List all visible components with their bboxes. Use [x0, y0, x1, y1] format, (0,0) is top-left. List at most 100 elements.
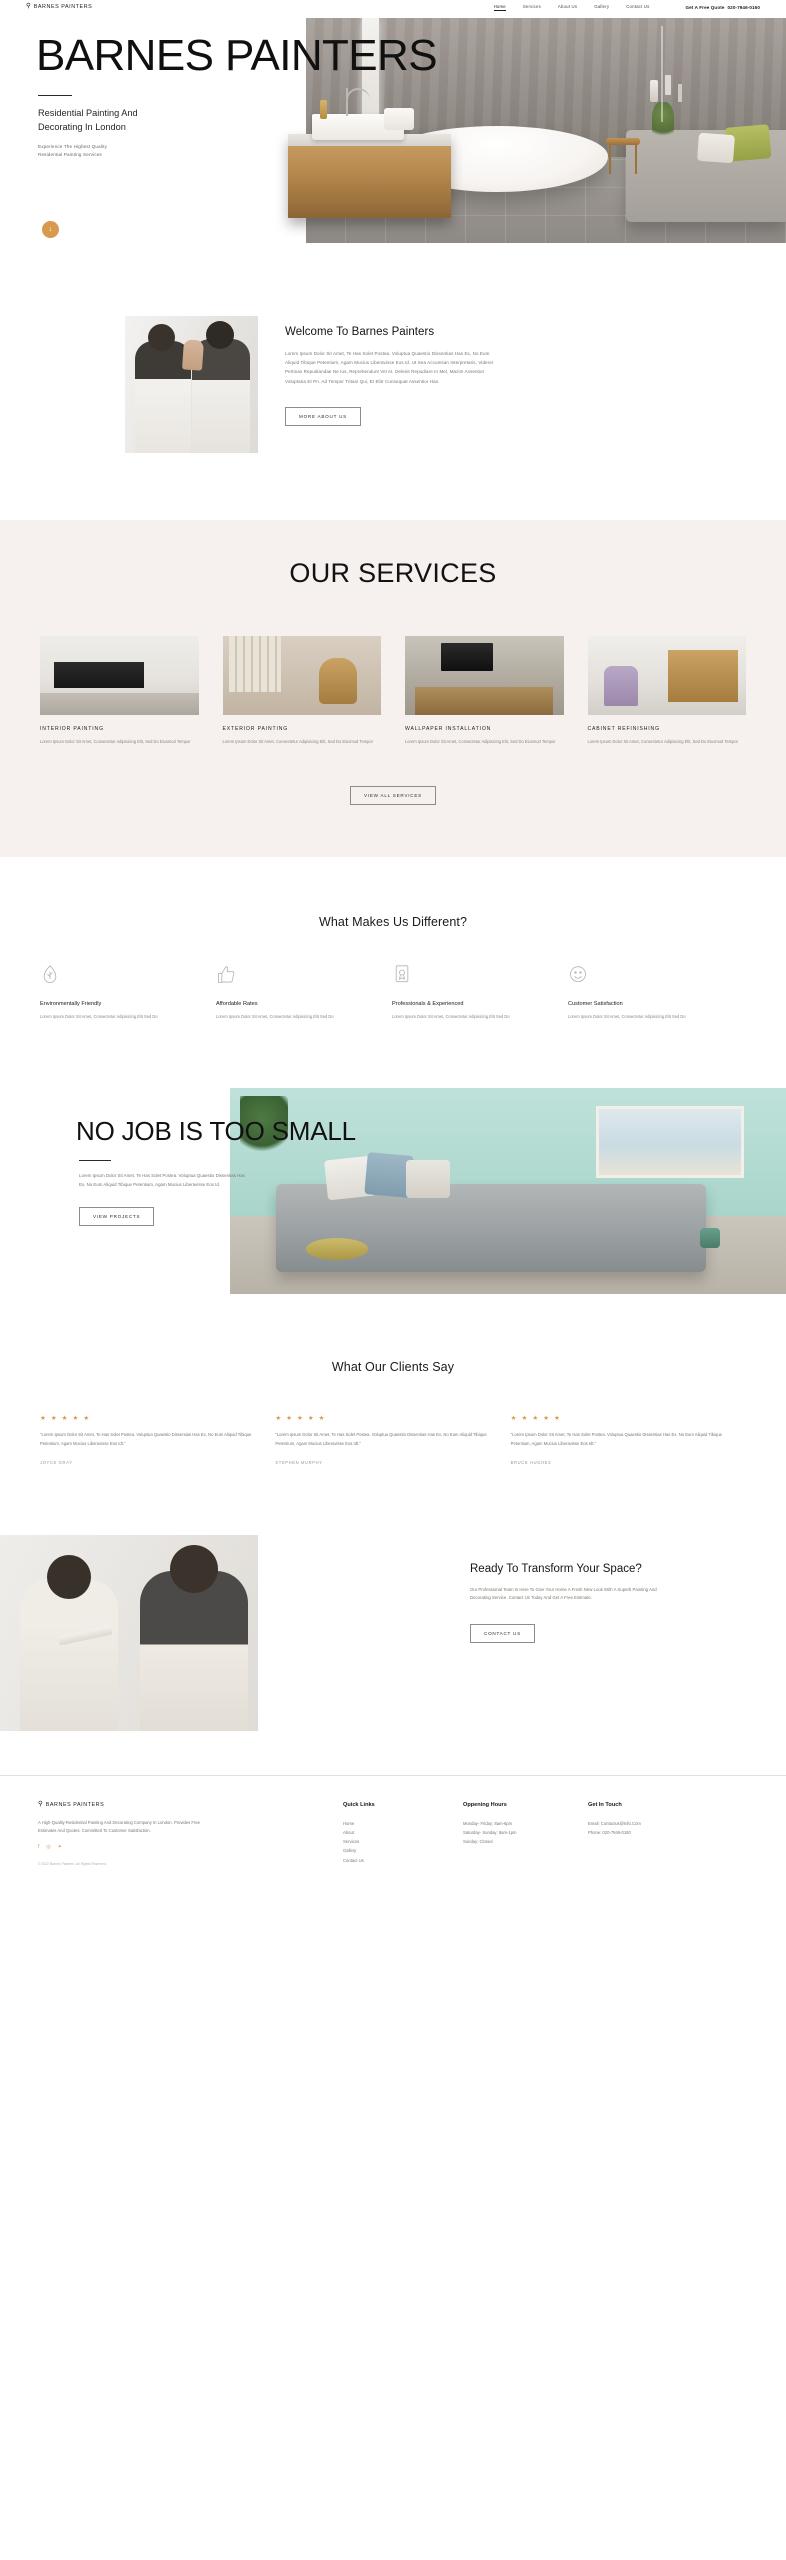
testimonials-section: What Our Clients Say ★ ★ ★ ★ ★ "Lorem Ip… — [0, 1294, 786, 1464]
get-a-free-quote[interactable]: Get A Free Quote 020-7946-0160 — [685, 5, 760, 10]
hero-subtitle-line-1: Residential Painting And — [38, 107, 138, 118]
quote-phone-number[interactable]: 020-7946-0160 — [728, 5, 760, 10]
testimonial-quote: "Lorem Ipsum Dolor Sit Amet, Te Has Sole… — [510, 1432, 723, 1446]
nav-item-contact-us[interactable]: Contact Us — [626, 4, 649, 10]
paint-brush-icon: ⚲ — [38, 1800, 43, 1808]
hero-copy: BARNES PAINTERS Residential Painting And… — [0, 14, 786, 159]
footer-email[interactable]: Email: Contactus@Info.Com — [588, 1819, 708, 1828]
service-card[interactable]: INTERIOR PAINTING Lorem Ipsum Dolor Sit … — [40, 636, 199, 745]
footer-contact-column: Get In Touch Email: Contactus@Info.Com P… — [588, 1802, 708, 1866]
services-grid: INTERIOR PAINTING Lorem Ipsum Dolor Sit … — [0, 636, 786, 745]
main-navigation: Home Services About Us Gallery Contact U… — [493, 4, 760, 11]
cta-title: Ready To Transform Your Space? — [470, 1562, 642, 1575]
scroll-down-button[interactable]: ↓ — [42, 221, 59, 238]
view-projects-button[interactable]: VIEW PROJECTS — [79, 1207, 155, 1227]
hero-subtitle-line-2: Decorating In London — [38, 121, 126, 132]
cta-body: Our Professional Team Is Here To Give Yo… — [470, 1586, 657, 1601]
service-thumbnail-interior — [40, 636, 199, 715]
service-card[interactable]: EXTERIOR PAINTING Lorem Ipsum Dolor Sit … — [222, 636, 381, 745]
footer-brand-column: ⚲ BARNES PAINTERS A High-Quality Residen… — [38, 1800, 343, 1866]
nav-item-home[interactable]: Home — [493, 4, 506, 11]
footer-quick-links-column: Quick Links Home About Services Gallery … — [343, 1802, 463, 1866]
star-rating-icon: ★ ★ ★ ★ ★ — [40, 1415, 91, 1423]
footer-phone[interactable]: Phone: 020-7946-0160 — [588, 1828, 708, 1837]
service-thumbnail-exterior — [222, 636, 381, 715]
differentiator-description: Lorem Ipsum Dolor Sit Amet, Consectetur … — [216, 1014, 334, 1020]
cta-section: Ready To Transform Your Space? Our Profe… — [0, 1534, 786, 1731]
testimonial-author: STEPHEN MURPHY — [275, 1459, 323, 1465]
service-title: INTERIOR PAINTING — [40, 726, 104, 732]
star-rating-icon: ★ ★ ★ ★ ★ — [275, 1415, 327, 1423]
footer-contact-heading: Get In Touch — [588, 1801, 622, 1808]
quote-label: Get A Free Quote — [685, 4, 725, 10]
more-about-us-button[interactable]: MORE ABOUT US — [285, 406, 361, 426]
differentiator-item: Environmentally Friendly Lorem Ipsum Dol… — [40, 964, 216, 1020]
contact-us-button[interactable]: CONTACT US — [470, 1624, 535, 1644]
welcome-photo-wrap — [0, 316, 258, 453]
testimonial-author: BRUCE HUGHES — [510, 1459, 552, 1465]
no-job-copy: NO JOB IS TOO SMALL Lorem Ipsum Dolor Si… — [0, 1088, 786, 1227]
footer-hours-heading: Oppening Hours — [463, 1801, 507, 1808]
service-thumbnail-cabinet — [587, 636, 746, 715]
hero-divider — [38, 95, 72, 96]
view-all-services-button[interactable]: VIEW ALL SERVICES — [350, 786, 436, 806]
instagram-icon[interactable]: ◎ — [46, 1844, 50, 1850]
service-description: Lorem Ipsum Dolor Sit Amet, Consectetur … — [405, 739, 556, 744]
site-header: ⚲ BARNES PAINTERS Home Services About Us… — [0, 0, 786, 14]
footer-link-contact-us[interactable]: Contact Us — [343, 1856, 463, 1865]
paint-brush-icon: ⚲ — [26, 2, 31, 10]
welcome-heading: Welcome To Barnes Painters — [285, 326, 435, 338]
service-thumbnail-wallpaper — [405, 636, 564, 715]
footer-quick-links-heading: Quick Links — [343, 1801, 375, 1808]
brand-logo[interactable]: ⚲ BARNES PAINTERS — [26, 2, 93, 11]
service-title: EXTERIOR PAINTING — [222, 726, 289, 732]
no-job-too-small-section: NO JOB IS TOO SMALL Lorem Ipsum Dolor Si… — [0, 1088, 786, 1295]
nav-item-about-us[interactable]: About Us — [558, 4, 577, 10]
facebook-icon[interactable]: f — [38, 1844, 39, 1850]
service-card[interactable]: WALLPAPER INSTALLATION Lorem Ipsum Dolor… — [405, 636, 564, 745]
services-section: OUR SERVICES INTERIOR PAINTING Lorem Ips… — [0, 520, 786, 858]
service-description: Lorem Ipsum Dolor Sit Amet, Consectetur … — [40, 739, 191, 744]
no-job-title: NO JOB IS TOO SMALL — [76, 1116, 356, 1147]
different-grid: Environmentally Friendly Lorem Ipsum Dol… — [0, 964, 786, 1020]
testimonials-grid: ★ ★ ★ ★ ★ "Lorem Ipsum Dolor Sit Amet, T… — [0, 1414, 786, 1464]
what-makes-us-different-section: What Makes Us Different? Environmentally… — [0, 857, 786, 1020]
leaf-icon — [43, 965, 57, 984]
footer-brand-name: BARNES PAINTERS — [45, 1801, 105, 1808]
differentiator-title: Affordable Rates — [216, 1001, 258, 1008]
hero-title: BARNES PAINTERS — [36, 31, 438, 80]
hero-section: BARNES PAINTERS Residential Painting And… — [0, 14, 786, 243]
welcome-body: Lorem Ipsum Dolor Sit Amet, Te Has Solet… — [285, 351, 494, 384]
footer-link-home[interactable]: Home — [343, 1819, 463, 1828]
footer-link-about[interactable]: About — [343, 1828, 463, 1837]
star-rating-icon: ★ ★ ★ ★ ★ — [510, 1415, 562, 1423]
service-card[interactable]: CABINET REFINISHING Lorem Ipsum Dolor Si… — [587, 636, 746, 745]
footer-hours-sunday: Sunday: Closed — [463, 1839, 493, 1845]
testimonial-item: ★ ★ ★ ★ ★ "Lorem Ipsum Dolor Sit Amet, T… — [511, 1414, 746, 1464]
cta-team-photo — [0, 1534, 258, 1731]
footer-about-text: A High-Quality Residential Painting And … — [38, 1820, 201, 1834]
nav-item-services[interactable]: Services — [523, 4, 541, 10]
differentiator-title: Professionals & Experienced — [392, 1001, 464, 1008]
site-footer: ⚲ BARNES PAINTERS A High-Quality Residen… — [0, 1774, 786, 1906]
welcome-section: Welcome To Barnes Painters Lorem Ipsum D… — [0, 243, 786, 453]
testimonial-quote: "Lorem Ipsum Dolor Sit Amet, Te Has Sole… — [40, 1432, 252, 1446]
twitter-icon[interactable]: ✦ — [58, 1844, 62, 1850]
footer-hours-column: Oppening Hours Monday- Friday: 8am-6pm S… — [463, 1802, 588, 1866]
differentiator-item: Professionals & Experienced Lorem Ipsum … — [392, 964, 568, 1020]
footer-link-services[interactable]: Services — [343, 1837, 463, 1846]
footer-link-gallery[interactable]: Gallery — [343, 1846, 463, 1855]
cta-painter-left — [20, 1554, 118, 1731]
nav-item-gallery[interactable]: Gallery — [594, 4, 609, 10]
testimonial-quote: "Lorem Ipsum Dolor Sit Amet, Te Has Sole… — [275, 1432, 487, 1446]
differentiator-title: Environmentally Friendly — [40, 1001, 102, 1008]
service-description: Lorem Ipsum Dolor Sit Amet, Consectetur … — [222, 739, 374, 744]
differentiator-item: Customer Satisfaction Lorem Ipsum Dolor … — [568, 964, 744, 1020]
brand-name: BARNES PAINTERS — [33, 4, 93, 10]
footer-logo[interactable]: ⚲ BARNES PAINTERS — [38, 1800, 343, 1809]
welcome-high-five — [181, 339, 205, 371]
differentiator-description: Lorem Ipsum Dolor Sit Amet, Consectetur … — [40, 1014, 158, 1020]
hero-kicker-line-2: Residential Painting Services — [38, 151, 102, 157]
differentiator-description: Lorem Ipsum Dolor Sit Amet, Consectetur … — [568, 1014, 686, 1020]
differentiator-title: Customer Satisfaction — [568, 1001, 623, 1008]
